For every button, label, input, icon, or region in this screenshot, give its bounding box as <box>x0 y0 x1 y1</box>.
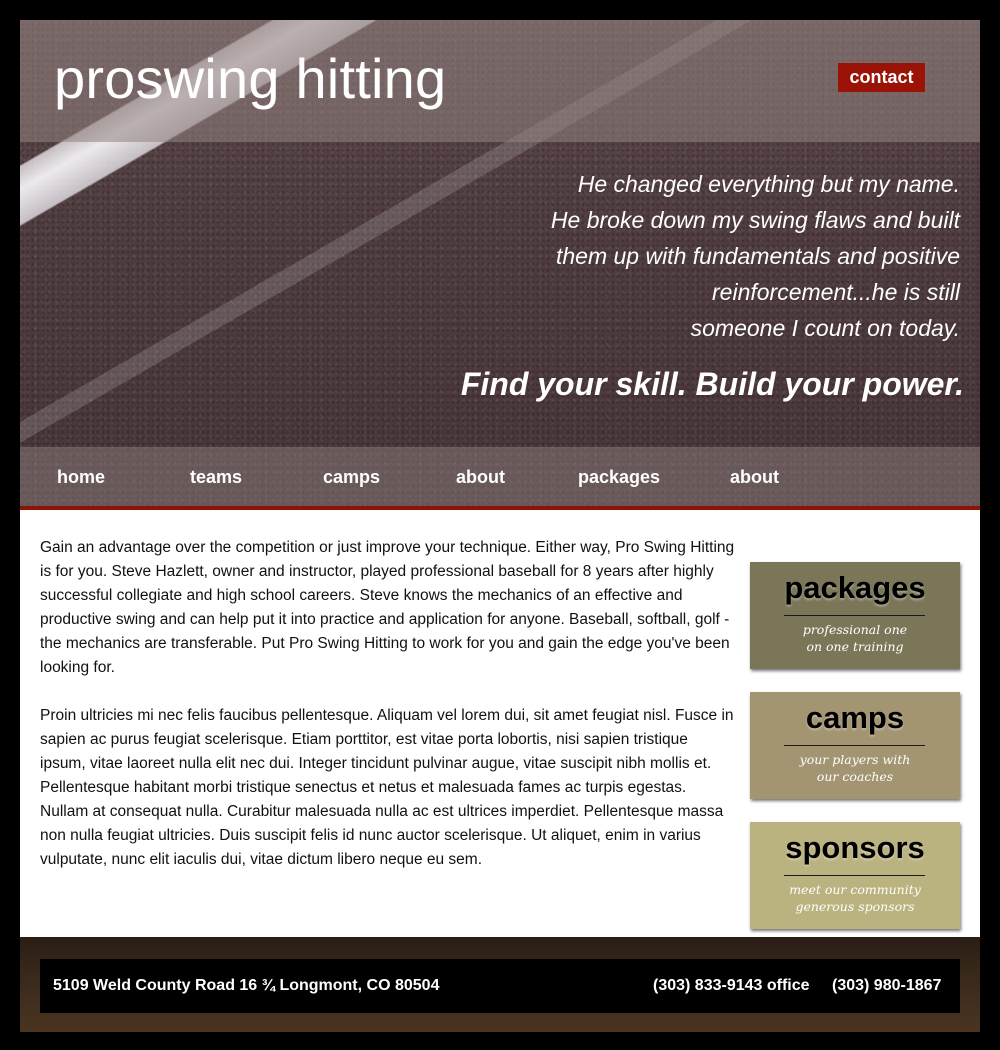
page: proswing hitting contact He changed ever… <box>20 20 980 1032</box>
packages-card[interactable]: packages professional one on one trainin… <box>750 562 960 669</box>
quote-line: someone I count on today. <box>690 315 960 341</box>
card-subtitle: meet our community generous sponsors <box>789 882 921 914</box>
footer: 5109 Weld County Road 16 ¾ Longmont, CO … <box>20 937 980 1032</box>
camps-card[interactable]: camps your players with our coaches <box>750 692 960 799</box>
card-subtitle: professional one on one training <box>802 622 908 654</box>
card-subtitle: your players with our coaches <box>799 752 911 784</box>
footer-phone[interactable]: (303) 980-1867 <box>832 977 941 995</box>
main-content: Gain an advantage over the competition o… <box>20 510 980 937</box>
site-logo-title[interactable]: proswing hitting <box>54 46 446 111</box>
quote-line: reinforcement...he is still <box>712 279 960 305</box>
card-divider <box>784 875 925 876</box>
nav-item-camps[interactable]: camps <box>323 467 380 488</box>
paragraph: Gain an advantage over the competition o… <box>40 539 735 676</box>
paragraph: Proin ultricies mi nec felis faucibus pe… <box>40 707 734 868</box>
nav-item-home[interactable]: home <box>57 467 105 488</box>
contact-button[interactable]: contact <box>838 63 925 92</box>
hero-banner: proswing hitting contact He changed ever… <box>20 20 980 510</box>
quote-line: them up with fundamentals and positive <box>555 243 960 269</box>
nav-item-packages[interactable]: packages <box>578 467 660 488</box>
footer-phone-office[interactable]: (303) 833-9143 office <box>653 977 810 995</box>
nav-item-about-2[interactable]: about <box>730 467 779 488</box>
card-divider <box>784 745 925 746</box>
nav-item-about[interactable]: about <box>456 467 505 488</box>
card-title: camps <box>805 700 905 735</box>
intro-text: Gain an advantage over the competition o… <box>40 536 735 896</box>
card-title: packages <box>784 570 926 605</box>
footer-address: 5109 Weld County Road 16 ¾ Longmont, CO … <box>53 977 440 994</box>
quote-line: He broke down my swing flaws and built <box>550 207 960 233</box>
quote-line: He changed everything but my name. <box>577 171 960 197</box>
card-title: sponsors <box>785 830 925 865</box>
sponsors-card[interactable]: sponsors meet our community generous spo… <box>750 822 960 929</box>
hero-tagline: Find your skill. Build your power. <box>460 366 964 402</box>
nav-item-teams[interactable]: teams <box>190 467 242 488</box>
card-divider <box>784 615 925 616</box>
testimonial-quote: He changed everything but my name. He br… <box>500 166 960 346</box>
footer-bar: 5109 Weld County Road 16 ¾ Longmont, CO … <box>40 959 960 1013</box>
